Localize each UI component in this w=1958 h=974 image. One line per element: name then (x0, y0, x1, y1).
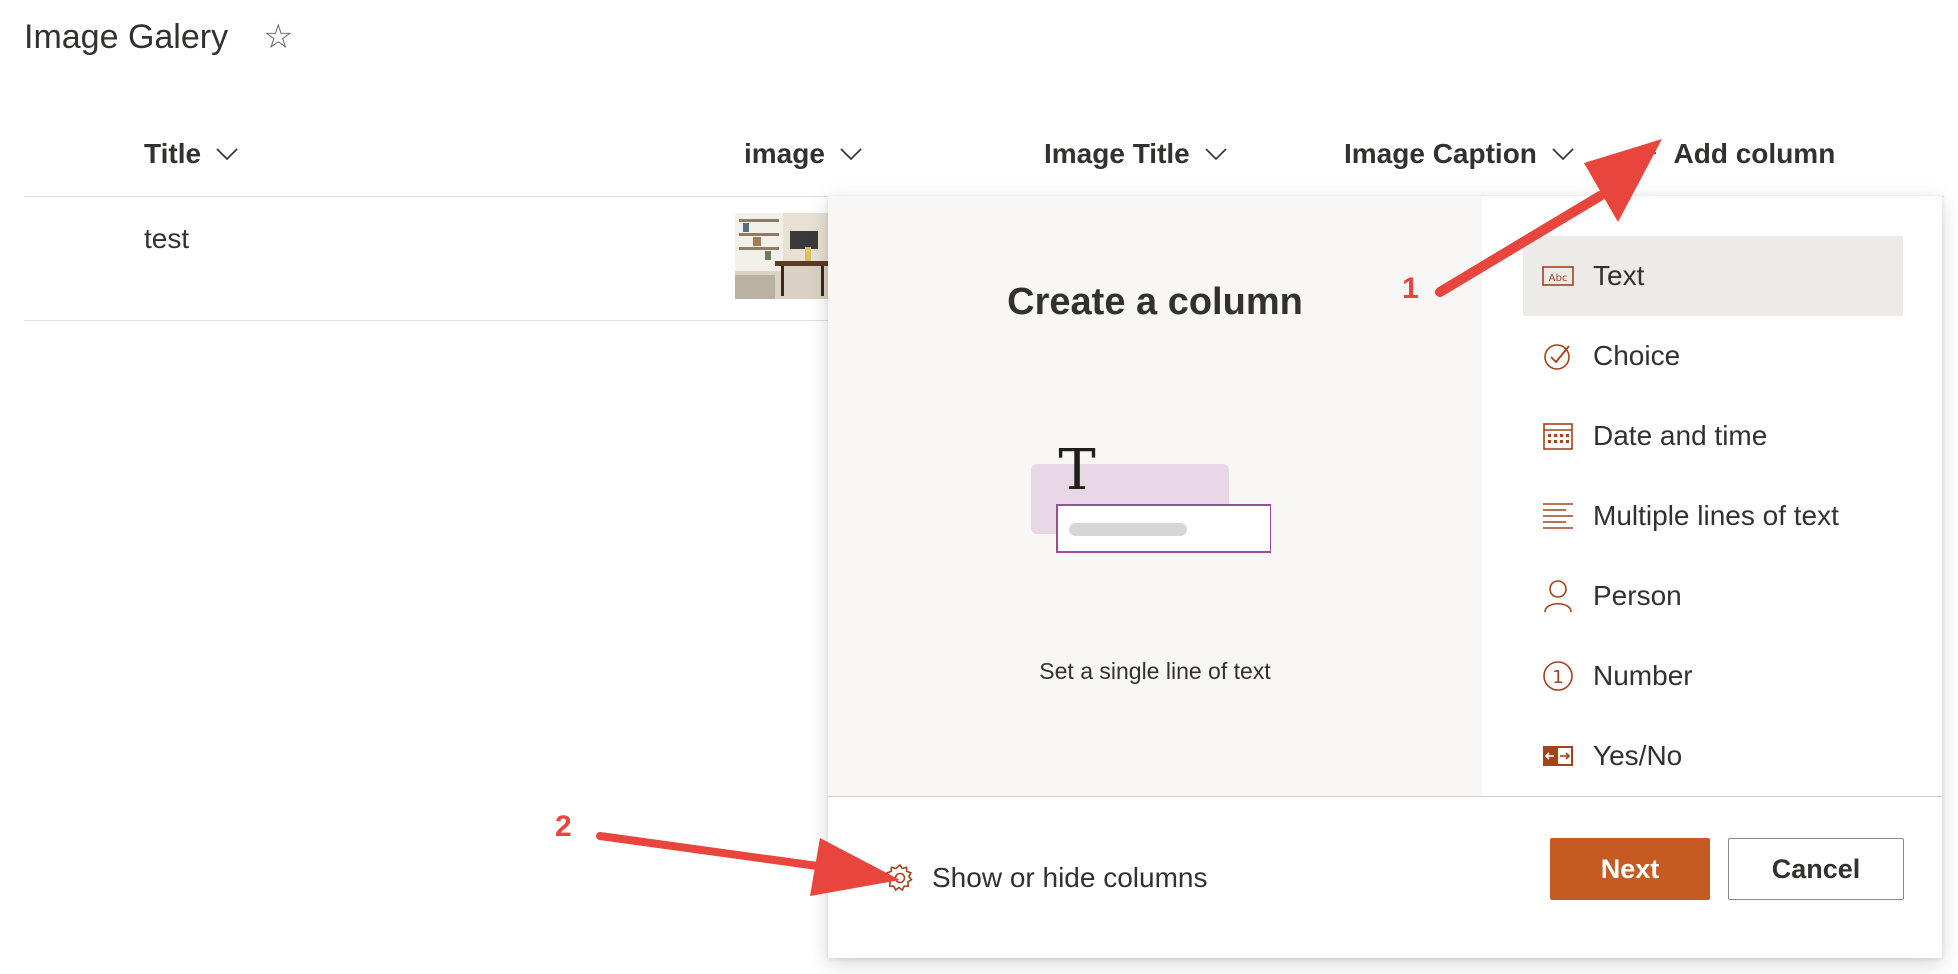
annotation-number-1: 1 (1402, 272, 1419, 305)
annotation-number-2: 2 (555, 810, 572, 843)
annotation-arrows (596, 139, 1662, 896)
